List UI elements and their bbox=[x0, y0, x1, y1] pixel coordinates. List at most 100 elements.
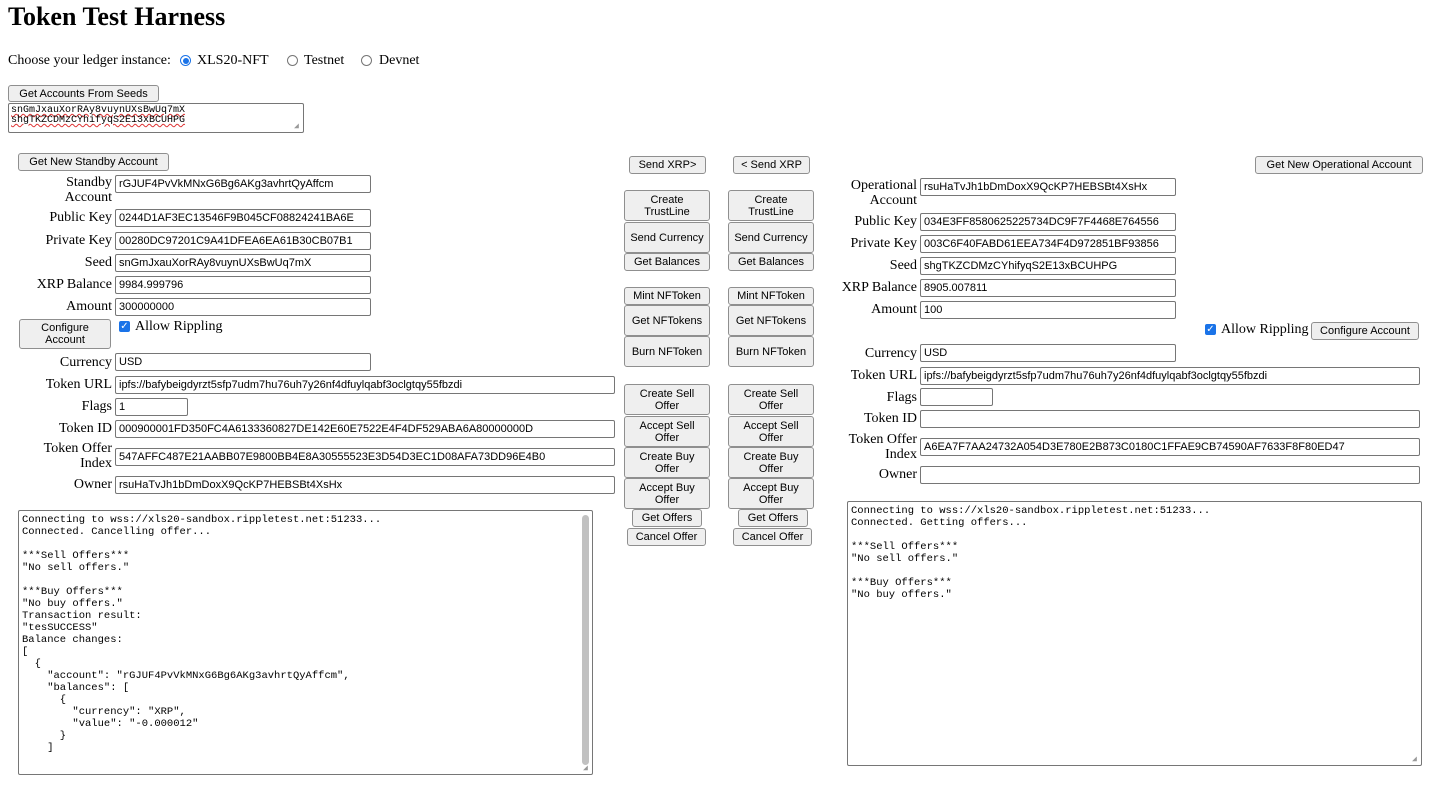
standby-account-input[interactable]: rGJUF4PvVkMNxG6Bg6AKg3avhrtQyAffcm bbox=[115, 175, 371, 193]
radio-xls20-nft[interactable] bbox=[180, 55, 191, 66]
standby-cancel-offer-button[interactable]: Cancel Offer bbox=[627, 528, 706, 546]
operational-create-sell-offer-button[interactable]: Create Sell Offer bbox=[728, 384, 814, 415]
operational-xrp-balance-input[interactable]: 8905.007811 bbox=[920, 279, 1176, 297]
operational-allow-rippling-label: Allow Rippling bbox=[1221, 322, 1309, 337]
operational-results-text: Connecting to wss://xls20-sandbox.ripple… bbox=[851, 505, 1211, 601]
standby-private-key-input[interactable]: 00280DC97201C9A41DFEA6EA61B30CB07B1 bbox=[115, 232, 371, 250]
standby-public-key-label: Public Key bbox=[49, 210, 112, 225]
get-new-operational-account-button[interactable]: Get New Operational Account bbox=[1255, 156, 1423, 174]
standby-currency-input[interactable]: USD bbox=[115, 353, 371, 371]
operational-get-balances-button[interactable]: Get Balances bbox=[728, 253, 814, 271]
resize-grip-icon[interactable]: ◢ bbox=[294, 123, 302, 131]
send-xrp-to-operational-button[interactable]: Send XRP> bbox=[629, 156, 706, 174]
standby-get-balances-button[interactable]: Get Balances bbox=[624, 253, 710, 271]
operational-burn-nftoken-button[interactable]: Burn NFToken bbox=[728, 336, 814, 367]
operational-create-buy-offer-button[interactable]: Create Buy Offer bbox=[728, 447, 814, 478]
standby-xrp-balance-input[interactable]: 9984.999796 bbox=[115, 276, 371, 294]
send-xrp-to-standby-button[interactable]: < Send XRP bbox=[733, 156, 810, 174]
standby-accept-sell-offer-button[interactable]: Accept Sell Offer bbox=[624, 416, 710, 447]
seeds-textarea[interactable]: snGmJxauXorRAy8vuynUXsBwUq7mX shgTKZCDMz… bbox=[8, 103, 304, 133]
standby-allow-rippling-label: Allow Rippling bbox=[135, 319, 223, 334]
results-scrollbar[interactable] bbox=[582, 515, 589, 765]
radio-label-testnet: Testnet bbox=[304, 53, 345, 68]
operational-account-label: Operational Account bbox=[850, 178, 917, 208]
operational-owner-input[interactable] bbox=[920, 466, 1420, 484]
operational-flags-label: Flags bbox=[886, 390, 917, 405]
standby-token-url-label: Token URL bbox=[45, 377, 112, 392]
operational-token-id-input[interactable] bbox=[920, 410, 1420, 428]
operational-allow-rippling-checkbox[interactable]: ✓ bbox=[1205, 324, 1216, 335]
operational-seed-input[interactable]: shgTKZCDMzCYhifyqS2E13xBCUHPG bbox=[920, 257, 1176, 275]
standby-allow-rippling-checkbox[interactable]: ✓ bbox=[119, 321, 130, 332]
operational-account-input[interactable]: rsuHaTvJh1bDmDoxX9QcKP7HEBSBt4XsHx bbox=[920, 178, 1176, 196]
standby-private-key-label: Private Key bbox=[45, 233, 112, 248]
operational-owner-label: Owner bbox=[878, 467, 917, 482]
get-new-standby-account-button[interactable]: Get New Standby Account bbox=[18, 153, 169, 171]
radio-testnet[interactable] bbox=[287, 55, 298, 66]
standby-amount-input[interactable]: 300000000 bbox=[115, 298, 371, 316]
resize-grip-icon[interactable]: ◢ bbox=[1412, 756, 1420, 764]
standby-create-trustline-button[interactable]: Create TrustLine bbox=[624, 190, 710, 221]
operational-public-key-label: Public Key bbox=[854, 214, 917, 229]
standby-account-label: Standby Account bbox=[64, 175, 112, 205]
operational-mint-nftoken-button[interactable]: Mint NFToken bbox=[728, 287, 814, 305]
operational-token-url-label: Token URL bbox=[850, 368, 917, 383]
standby-configure-account-button[interactable]: Configure Account bbox=[19, 319, 111, 349]
operational-amount-input[interactable]: 100 bbox=[920, 301, 1176, 319]
standby-token-offer-index-label: Token Offer Index bbox=[43, 441, 112, 471]
operational-currency-label: Currency bbox=[864, 346, 917, 361]
operational-create-trustline-button[interactable]: Create TrustLine bbox=[728, 190, 814, 221]
operational-token-id-label: Token ID bbox=[863, 411, 917, 426]
standby-currency-label: Currency bbox=[59, 355, 112, 370]
standby-get-nftokens-button[interactable]: Get NFTokens bbox=[624, 305, 710, 336]
standby-burn-nftoken-button[interactable]: Burn NFToken bbox=[624, 336, 710, 367]
standby-token-id-label: Token ID bbox=[58, 421, 112, 436]
standby-owner-label: Owner bbox=[73, 477, 112, 492]
standby-owner-input[interactable]: rsuHaTvJh1bDmDoxX9QcKP7HEBSBt4XsHx bbox=[115, 476, 615, 494]
standby-accept-buy-offer-button[interactable]: Accept Buy Offer bbox=[624, 478, 710, 509]
operational-token-url-input[interactable]: ipfs://bafybeigdyrzt5sfp7udm7hu76uh7y26n… bbox=[920, 367, 1420, 385]
ledger-prompt: Choose your ledger instance: bbox=[8, 53, 171, 68]
get-accounts-from-seeds-button[interactable]: Get Accounts From Seeds bbox=[8, 85, 159, 102]
operational-cancel-offer-button[interactable]: Cancel Offer bbox=[733, 528, 812, 546]
standby-public-key-input[interactable]: 0244D1AF3EC13546F9B045CF08824241BA6E bbox=[115, 209, 371, 227]
standby-seed-input[interactable]: snGmJxauXorRAy8vuynUXsBwUq7mX bbox=[115, 254, 371, 272]
ledger-selector: Choose your ledger instance: XLS20-NFT T… bbox=[8, 53, 468, 69]
operational-public-key-input[interactable]: 034E3FF8580625225734DC9F7F4468E764556 bbox=[920, 213, 1176, 231]
operational-xrp-balance-label: XRP Balance bbox=[841, 280, 917, 295]
standby-create-buy-offer-button[interactable]: Create Buy Offer bbox=[624, 447, 710, 478]
standby-xrp-balance-label: XRP Balance bbox=[36, 277, 112, 292]
operational-token-offer-index-input[interactable]: A6EA7F7AA24732A054D3E780E2B873C0180C1FFA… bbox=[920, 438, 1420, 456]
operational-configure-account-button[interactable]: Configure Account bbox=[1311, 322, 1419, 340]
standby-seed-label: Seed bbox=[84, 255, 112, 270]
standby-create-sell-offer-button[interactable]: Create Sell Offer bbox=[624, 384, 710, 415]
standby-token-id-input[interactable]: 000900001FD350FC4A6133360827DE142E60E752… bbox=[115, 420, 615, 438]
standby-token-url-input[interactable]: ipfs://bafybeigdyrzt5sfp7udm7hu76uh7y26n… bbox=[115, 376, 615, 394]
page-title: Token Test Harness bbox=[8, 2, 226, 31]
operational-accept-sell-offer-button[interactable]: Accept Sell Offer bbox=[728, 416, 814, 447]
operational-flags-input[interactable] bbox=[920, 388, 993, 406]
operational-accept-buy-offer-button[interactable]: Accept Buy Offer bbox=[728, 478, 814, 509]
operational-private-key-input[interactable]: 003C6F40FABD61EEA734F4D972851BF93856 bbox=[920, 235, 1176, 253]
radio-label-devnet: Devnet bbox=[379, 53, 420, 68]
operational-token-offer-index-label: Token Offer Index bbox=[848, 432, 917, 462]
resize-grip-icon[interactable]: ◢ bbox=[583, 765, 591, 773]
standby-flags-input[interactable]: 1 bbox=[115, 398, 188, 416]
operational-results-textarea[interactable]: Connecting to wss://xls20-sandbox.ripple… bbox=[847, 501, 1422, 766]
operational-seed-label: Seed bbox=[889, 258, 917, 273]
operational-get-nftokens-button[interactable]: Get NFTokens bbox=[728, 305, 814, 336]
standby-mint-nftoken-button[interactable]: Mint NFToken bbox=[624, 287, 710, 305]
standby-amount-label: Amount bbox=[66, 299, 112, 314]
operational-send-currency-button[interactable]: Send Currency bbox=[728, 222, 814, 253]
radio-devnet[interactable] bbox=[361, 55, 372, 66]
standby-flags-label: Flags bbox=[81, 399, 112, 414]
standby-get-offers-button[interactable]: Get Offers bbox=[632, 509, 702, 527]
operational-currency-input[interactable]: USD bbox=[920, 344, 1176, 362]
operational-private-key-label: Private Key bbox=[850, 236, 917, 251]
radio-label-xls20-nft: XLS20-NFT bbox=[197, 53, 269, 68]
standby-send-currency-button[interactable]: Send Currency bbox=[624, 222, 710, 253]
operational-get-offers-button[interactable]: Get Offers bbox=[738, 509, 808, 527]
standby-results-textarea[interactable]: Connecting to wss://xls20-sandbox.ripple… bbox=[18, 510, 593, 775]
standby-token-offer-index-input[interactable]: 547AFFC487E21AABB07E9800BB4E8A30555523E3… bbox=[115, 448, 615, 466]
standby-results-text: Connecting to wss://xls20-sandbox.ripple… bbox=[22, 514, 382, 754]
